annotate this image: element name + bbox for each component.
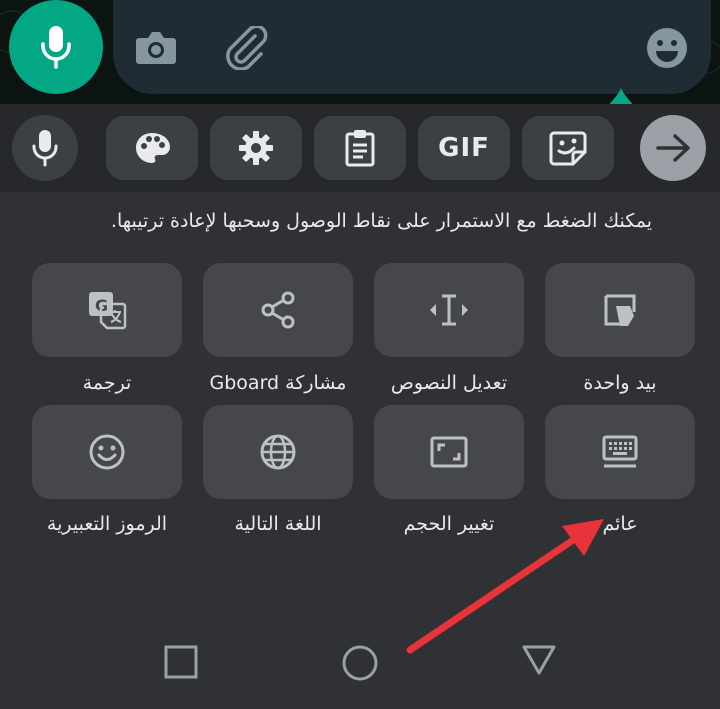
tile-label-resize: تغيير الحجم: [403, 513, 495, 535]
collapse-toolbar-button[interactable]: [640, 115, 706, 181]
microphone-icon: [32, 130, 58, 167]
tile-one-handed[interactable]: [545, 263, 695, 357]
paperclip-icon[interactable]: [223, 24, 269, 74]
back-triangle-icon[interactable]: [521, 644, 557, 676]
tile-translate[interactable]: G: [32, 263, 182, 357]
message-input-bar[interactable]: [113, 0, 711, 94]
sticker-icon: [549, 131, 587, 166]
one-handed-icon: [604, 294, 636, 326]
theme-button[interactable]: [106, 116, 198, 180]
tile-label-emoji: الرموز التعبيرية: [46, 513, 168, 535]
globe-icon: [260, 434, 296, 470]
translate-icon: G: [89, 292, 127, 330]
rearrange-hint: يمكنك الضغط مع الاستمرار على نقاط الوصول…: [110, 210, 652, 232]
keyboard-toolbar: GIF: [0, 104, 720, 192]
voice-typing-button[interactable]: [12, 115, 78, 181]
tile-floating[interactable]: [545, 405, 695, 499]
tile-label-share-gboard: مشاركة Gboard: [209, 372, 347, 394]
floating-keyboard-icon: [602, 435, 638, 468]
palette-icon: [136, 133, 170, 163]
tile-label-translate: ترجمة: [82, 372, 132, 394]
sticker-button[interactable]: [522, 116, 614, 180]
home-circle-icon[interactable]: [341, 644, 379, 682]
gear-icon: [239, 131, 273, 165]
clipboard-icon: [345, 130, 375, 167]
microphone-icon: [41, 26, 71, 69]
voice-record-button[interactable]: [9, 0, 103, 94]
tile-emoji[interactable]: [32, 405, 182, 499]
settings-button[interactable]: [210, 116, 302, 180]
text-cursor-icon: [430, 294, 468, 326]
keyboard-panel: GIF يمكنك الضغط مع الاستمرار على نقاط ال…: [0, 104, 720, 709]
tile-text-editing[interactable]: [374, 263, 524, 357]
share-icon: [261, 291, 295, 329]
tile-label-one-handed: بيد واحدة: [583, 372, 657, 394]
tile-label-floating: عائم: [602, 513, 638, 535]
tile-label-next-language: اللغة التالية: [234, 513, 322, 535]
tile-share-gboard[interactable]: [203, 263, 353, 357]
tile-label-text-editing: تعديل النصوص: [390, 372, 508, 394]
emoji-icon: [89, 434, 125, 470]
tile-next-language[interactable]: [203, 405, 353, 499]
emoji-icon[interactable]: [645, 26, 689, 74]
resize-icon: [430, 436, 468, 468]
recents-square-icon[interactable]: [164, 645, 198, 679]
system-navigation-bar: [0, 634, 720, 709]
gif-label: GIF: [438, 133, 490, 163]
gif-button[interactable]: GIF: [418, 116, 510, 180]
tile-resize[interactable]: [374, 405, 524, 499]
arrow-right-icon: [656, 134, 690, 162]
clipboard-button[interactable]: [314, 116, 406, 180]
camera-icon[interactable]: [135, 28, 177, 70]
